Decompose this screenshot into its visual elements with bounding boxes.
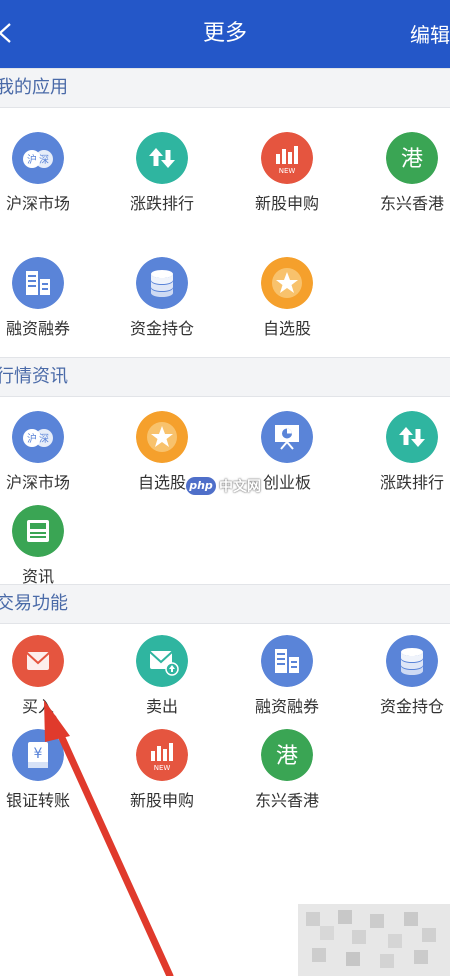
app-label: 资金持仓 — [129, 319, 194, 338]
margin-trading-icon — [12, 257, 64, 309]
hong-kong-icon: 港 — [386, 132, 438, 184]
app-funds-positions[interactable]: 资金持仓 — [357, 635, 450, 735]
bank-book-icon: ¥ — [12, 729, 64, 781]
app-label: 沪深市场 — [5, 194, 70, 213]
up-down-arrows-icon — [386, 411, 438, 463]
star-icon — [261, 257, 313, 309]
app-margin-trading[interactable]: 融资融券 — [0, 257, 93, 357]
svg-text:深: 深 — [39, 433, 49, 445]
hushen-market-icon: 沪深 — [12, 132, 64, 184]
app-hushen-market[interactable]: 沪深 沪深市场 — [0, 132, 93, 232]
coin-stack-icon — [386, 635, 438, 687]
coin-stack-icon — [136, 257, 188, 309]
app-dongxing-hong-kong[interactable]: 港 东兴香港 — [232, 729, 342, 829]
watermark-logo: php — [186, 477, 216, 495]
edit-button[interactable]: 编辑 — [410, 22, 450, 48]
app-margin-trading[interactable]: 融资融券 — [232, 635, 342, 735]
top-nav-bar: 更多 编辑 — [0, 0, 450, 68]
app-label: 新股申购 — [129, 791, 194, 810]
app-label: 东兴香港 — [254, 791, 319, 810]
section-title: 行情资讯 — [0, 366, 68, 387]
watermark-text: 中文网 — [219, 479, 261, 495]
app-up-down-ranking[interactable]: 涨跌排行 — [107, 132, 217, 232]
app-label: 沪深市场 — [5, 473, 70, 492]
app-new-stock-subscription[interactable]: NEW 新股申购 — [232, 132, 342, 232]
app-buy[interactable]: 买入 — [0, 635, 93, 735]
app-dongxing-hong-kong[interactable]: 港 东兴香港 — [357, 132, 450, 232]
new-badge-text: NEW — [154, 764, 171, 772]
section-header-trading-functions: 交易功能 — [0, 584, 450, 624]
svg-text:深: 深 — [39, 154, 49, 166]
new-stock-chart-icon: NEW — [136, 729, 188, 781]
margin-trading-icon — [261, 635, 313, 687]
yen-glyph: ¥ — [34, 746, 43, 762]
hushen-market-icon: 沪深 — [12, 411, 64, 463]
new-badge-text: NEW — [279, 167, 296, 175]
pixelated-mosaic-overlay — [298, 904, 450, 976]
app-hushen-market[interactable]: 沪深 沪深市场 — [0, 411, 93, 511]
envelope-arrow-icon — [136, 635, 188, 687]
app-label: 涨跌排行 — [379, 473, 444, 492]
app-label: 融资融券 — [254, 697, 319, 716]
app-label: 卖出 — [145, 697, 178, 716]
app-label: 自选股 — [262, 319, 311, 338]
page-title: 更多 — [202, 21, 247, 46]
svg-text:沪: 沪 — [27, 153, 37, 166]
app-bank-securities-transfer[interactable]: ¥ 银证转账 — [0, 729, 93, 829]
app-label: 东兴香港 — [379, 194, 444, 213]
hk-glyph: 港 — [276, 744, 298, 769]
app-funds-positions[interactable]: 资金持仓 — [107, 257, 217, 357]
app-new-stock-subscription[interactable]: NEW 新股申购 — [107, 729, 217, 829]
hong-kong-icon: 港 — [261, 729, 313, 781]
section-header-market-news: 行情资讯 — [0, 357, 450, 397]
app-sell[interactable]: 卖出 — [107, 635, 217, 735]
app-up-down-ranking[interactable]: 涨跌排行 — [357, 411, 450, 511]
newspaper-icon — [12, 505, 64, 557]
up-down-arrows-icon — [136, 132, 188, 184]
watermark: php 中文网 — [186, 476, 261, 500]
app-label: 涨跌排行 — [129, 194, 194, 213]
section-title: 我的应用 — [0, 77, 68, 98]
svg-text:沪: 沪 — [27, 432, 37, 445]
new-stock-chart-icon: NEW — [261, 132, 313, 184]
presentation-board-icon — [261, 411, 313, 463]
app-label: 新股申购 — [254, 194, 319, 213]
app-label: 银证转账 — [5, 791, 70, 810]
section-header-my-apps: 我的应用 — [0, 68, 450, 108]
section-title: 交易功能 — [0, 593, 68, 614]
star-icon — [136, 411, 188, 463]
app-label: 融资融券 — [5, 319, 70, 338]
app-label: 买入 — [21, 697, 54, 716]
envelope-icon — [12, 635, 64, 687]
app-label: 资金持仓 — [379, 697, 444, 716]
app-watchlist[interactable]: 自选股 — [232, 257, 342, 357]
hk-glyph: 港 — [401, 147, 423, 172]
